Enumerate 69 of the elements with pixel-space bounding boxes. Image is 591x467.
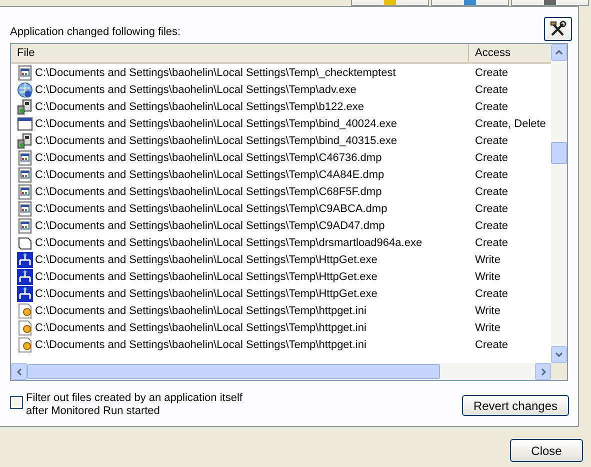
- access-type: Create: [474, 134, 510, 146]
- access-type: Create: [474, 100, 510, 112]
- file-path: C:\Documents and Settings\baohelin\Local Settings\Temp\C68F5F.dmp: [35, 186, 382, 198]
- scroll-up-button[interactable]: [551, 44, 567, 61]
- close-button[interactable]: Close: [510, 439, 583, 462]
- window-icon: [17, 116, 33, 132]
- access-type: Create: [474, 338, 510, 350]
- file-path: C:\Documents and Settings\baohelin\Local Settings\Temp\C9ABCA.dmp: [35, 202, 388, 214]
- scroll-left-button[interactable]: [11, 363, 27, 380]
- column-header[interactable]: Access: [469, 44, 551, 62]
- settings-file-icon: [17, 320, 33, 336]
- file-path: C:\Documents and Settings\baohelin\Local Settings\Temp\httpget.ini: [35, 304, 366, 316]
- access-type: Create: [474, 236, 510, 248]
- file-path: C:\Documents and Settings\baohelin\Local Settings\Temp\HttpGet.exe: [35, 254, 378, 266]
- access-type: Create, Delete: [474, 118, 547, 130]
- access-type: Create: [474, 202, 510, 214]
- file-path: C:\Documents and Settings\baohelin\Local Settings\Temp\bind_40315.exe: [35, 134, 398, 146]
- horizontal-scrollbar[interactable]: [11, 363, 551, 380]
- access-type: Write: [474, 322, 502, 334]
- file-path: C:\Documents and Settings\baohelin\Local Settings\Temp\_checktemptest: [35, 66, 396, 78]
- globe-icon: [17, 82, 33, 98]
- settings-file-icon: [17, 336, 33, 352]
- file-path: C:\Documents and Settings\baohelin\Local Settings\Temp\C9AD47.dmp: [35, 220, 385, 232]
- file-path: C:\Documents and Settings\baohelin\Local Settings\Temp\adv.exe: [35, 84, 356, 96]
- scroll-right-button[interactable]: [535, 363, 551, 380]
- application-icon: [17, 184, 33, 200]
- access-type: Write: [474, 270, 502, 282]
- file-path: C:\Documents and Settings\baohelin\Local Settings\Temp\b122.exe: [35, 100, 364, 112]
- section-heading: Application changed following files:: [10, 26, 181, 38]
- access-type: Create: [474, 168, 510, 180]
- tools-button[interactable]: [544, 17, 572, 41]
- application-icon: [17, 166, 33, 182]
- application-icon: [17, 64, 33, 80]
- revert-button[interactable]: Revert changes: [462, 395, 569, 416]
- application-icon: [17, 150, 33, 166]
- scroll-thumb[interactable]: [27, 364, 440, 379]
- file-path: C:\Documents and Settings\baohelin\Local Settings\Temp\HttpGet.exe: [35, 270, 378, 282]
- vertical-scrollbar[interactable]: [551, 44, 567, 363]
- checkbox-label: Filter out files created by an application itself after Monitored Run started: [26, 392, 244, 418]
- settings-file-icon: [17, 302, 33, 318]
- scroll-down-button[interactable]: [551, 346, 567, 363]
- hammer-wrench-icon: [549, 20, 567, 38]
- access-type: Create: [474, 66, 510, 78]
- application-icon: [17, 218, 33, 234]
- network-icon: [17, 268, 33, 284]
- access-type: Write: [474, 304, 502, 316]
- network-icon: [17, 252, 33, 268]
- file-path: C:\Documents and Settings\baohelin\Local Settings\Temp\httpget.ini: [35, 338, 366, 350]
- access-type: Create: [474, 152, 510, 164]
- file-path: C:\Documents and Settings\baohelin\Local Settings\Temp\drsmartload964a.exe: [35, 236, 422, 248]
- column-header[interactable]: File: [11, 44, 469, 62]
- file-path: C:\Documents and Settings\baohelin\Local Settings\Temp\bind_40024.exe: [35, 118, 398, 130]
- file-path: C:\Documents and Settings\baohelin\Local Settings\Temp\httpget.ini: [35, 322, 366, 334]
- scrollbar-corner: [551, 363, 567, 380]
- file-path: C:\Documents and Settings\baohelin\Local Settings\Temp\C4A84E.dmp: [35, 168, 384, 180]
- script-icon: [17, 234, 33, 250]
- installer-icon: [17, 132, 33, 148]
- network-icon: [17, 286, 33, 302]
- access-type: Write: [474, 254, 502, 266]
- access-type: Create: [474, 84, 510, 96]
- file-path: C:\Documents and Settings\baohelin\Local Settings\Temp\C46736.dmp: [35, 152, 382, 164]
- installer-icon: [17, 98, 33, 114]
- application-icon: [17, 200, 33, 216]
- access-type: Create: [474, 186, 510, 198]
- checkbox[interactable]: [10, 396, 23, 409]
- access-type: Create: [474, 288, 510, 300]
- file-path: C:\Documents and Settings\baohelin\Local Settings\Temp\HttpGet.exe: [35, 288, 378, 300]
- scroll-thumb[interactable]: [551, 142, 567, 164]
- access-type: Create: [474, 220, 510, 232]
